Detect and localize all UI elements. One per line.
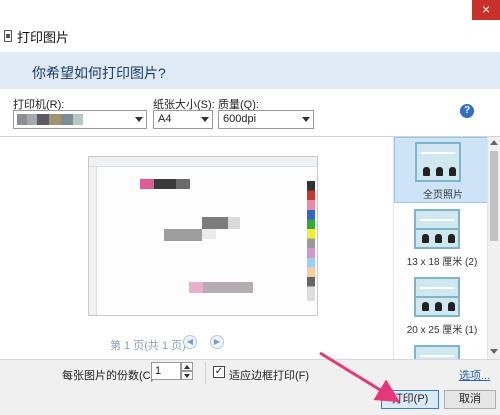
options-link[interactable]: 选项... bbox=[459, 367, 490, 383]
fit-frame-label: 适应边框打印(F) bbox=[229, 370, 310, 382]
preview-ruler bbox=[89, 167, 97, 315]
printer-select[interactable] bbox=[13, 110, 147, 129]
preview-image-block bbox=[203, 282, 253, 293]
copies-input[interactable]: 1 bbox=[151, 362, 181, 380]
chevron-down-icon bbox=[135, 117, 143, 122]
title-bar bbox=[0, 0, 500, 52]
photo-thumbnail-icon bbox=[414, 345, 460, 359]
copies-increment-button[interactable] bbox=[181, 362, 193, 371]
preview-image-block bbox=[189, 282, 203, 293]
photo-thumbnail-icon bbox=[415, 142, 461, 182]
preview-image-block bbox=[154, 179, 176, 189]
cancel-button[interactable]: 取消 bbox=[444, 390, 496, 409]
help-icon[interactable]: ? bbox=[460, 104, 474, 118]
scroll-thumb[interactable] bbox=[490, 151, 498, 241]
window-title: 打印图片 bbox=[17, 30, 70, 45]
layout-option[interactable]: 20 x 25 厘米 (1) bbox=[394, 273, 490, 339]
layout-label: 20 x 25 厘米 (1) bbox=[406, 325, 478, 336]
scroll-up-icon[interactable] bbox=[490, 140, 498, 145]
close-button[interactable]: × bbox=[472, 0, 500, 20]
layout-option[interactable] bbox=[394, 341, 490, 359]
layout-option[interactable]: 全页照片 bbox=[394, 137, 490, 203]
chevron-down-icon bbox=[201, 117, 209, 122]
printer-name-swatch bbox=[27, 114, 37, 125]
printer-name-swatch bbox=[37, 114, 49, 125]
preview-image-block bbox=[202, 229, 216, 239]
paper-size-select[interactable]: A4 bbox=[153, 110, 213, 129]
chevron-down-icon bbox=[302, 117, 310, 122]
photo-thumbnail-icon bbox=[414, 277, 460, 317]
fit-frame-checkbox[interactable]: ✓ bbox=[213, 366, 225, 378]
paper-size-value: A4 bbox=[158, 113, 172, 125]
layout-scrollbar[interactable] bbox=[487, 137, 500, 359]
preview-image-block bbox=[228, 217, 240, 229]
next-page-icon[interactable]: ▶ bbox=[210, 335, 224, 349]
previous-page-icon[interactable]: ◀ bbox=[183, 335, 197, 349]
separator bbox=[205, 362, 206, 384]
preview-image-block bbox=[202, 217, 228, 229]
layout-option[interactable]: 13 x 18 厘米 (2) bbox=[394, 205, 490, 271]
photo-thumbnail-icon bbox=[414, 209, 460, 249]
preview-color-palette bbox=[307, 181, 315, 301]
quality-select[interactable]: 600dpi bbox=[218, 110, 314, 129]
preview-toolbar bbox=[89, 157, 317, 167]
printer-name-swatch bbox=[17, 114, 27, 125]
copies-label: 每张图片的份数(C): bbox=[62, 370, 158, 382]
printer-name-swatch bbox=[49, 114, 61, 125]
printer-app-icon bbox=[4, 30, 12, 42]
print-preview-page bbox=[88, 156, 318, 316]
dialog-question: 你希望如何打印图片? bbox=[32, 65, 166, 81]
printer-name-swatch bbox=[61, 114, 73, 125]
layout-label: 全页照片 bbox=[423, 190, 463, 201]
page-info: 第 1 页(共 1 页) bbox=[110, 340, 186, 352]
preview-image-block bbox=[176, 179, 190, 189]
preview-image-block bbox=[164, 229, 202, 241]
chevron-down-icon bbox=[184, 374, 190, 378]
scroll-down-icon[interactable] bbox=[490, 349, 498, 354]
layout-list: 全页照片 13 x 18 厘米 (2) 20 x 25 厘米 (1) bbox=[393, 137, 500, 359]
quality-value: 600dpi bbox=[223, 113, 257, 125]
chevron-up-icon bbox=[184, 365, 190, 369]
printer-name-swatch bbox=[73, 114, 83, 125]
preview-image-block bbox=[140, 179, 154, 189]
print-button[interactable]: 打印(P) bbox=[381, 390, 439, 409]
copies-decrement-button[interactable] bbox=[181, 371, 193, 380]
layout-label: 13 x 18 厘米 (2) bbox=[406, 257, 478, 268]
